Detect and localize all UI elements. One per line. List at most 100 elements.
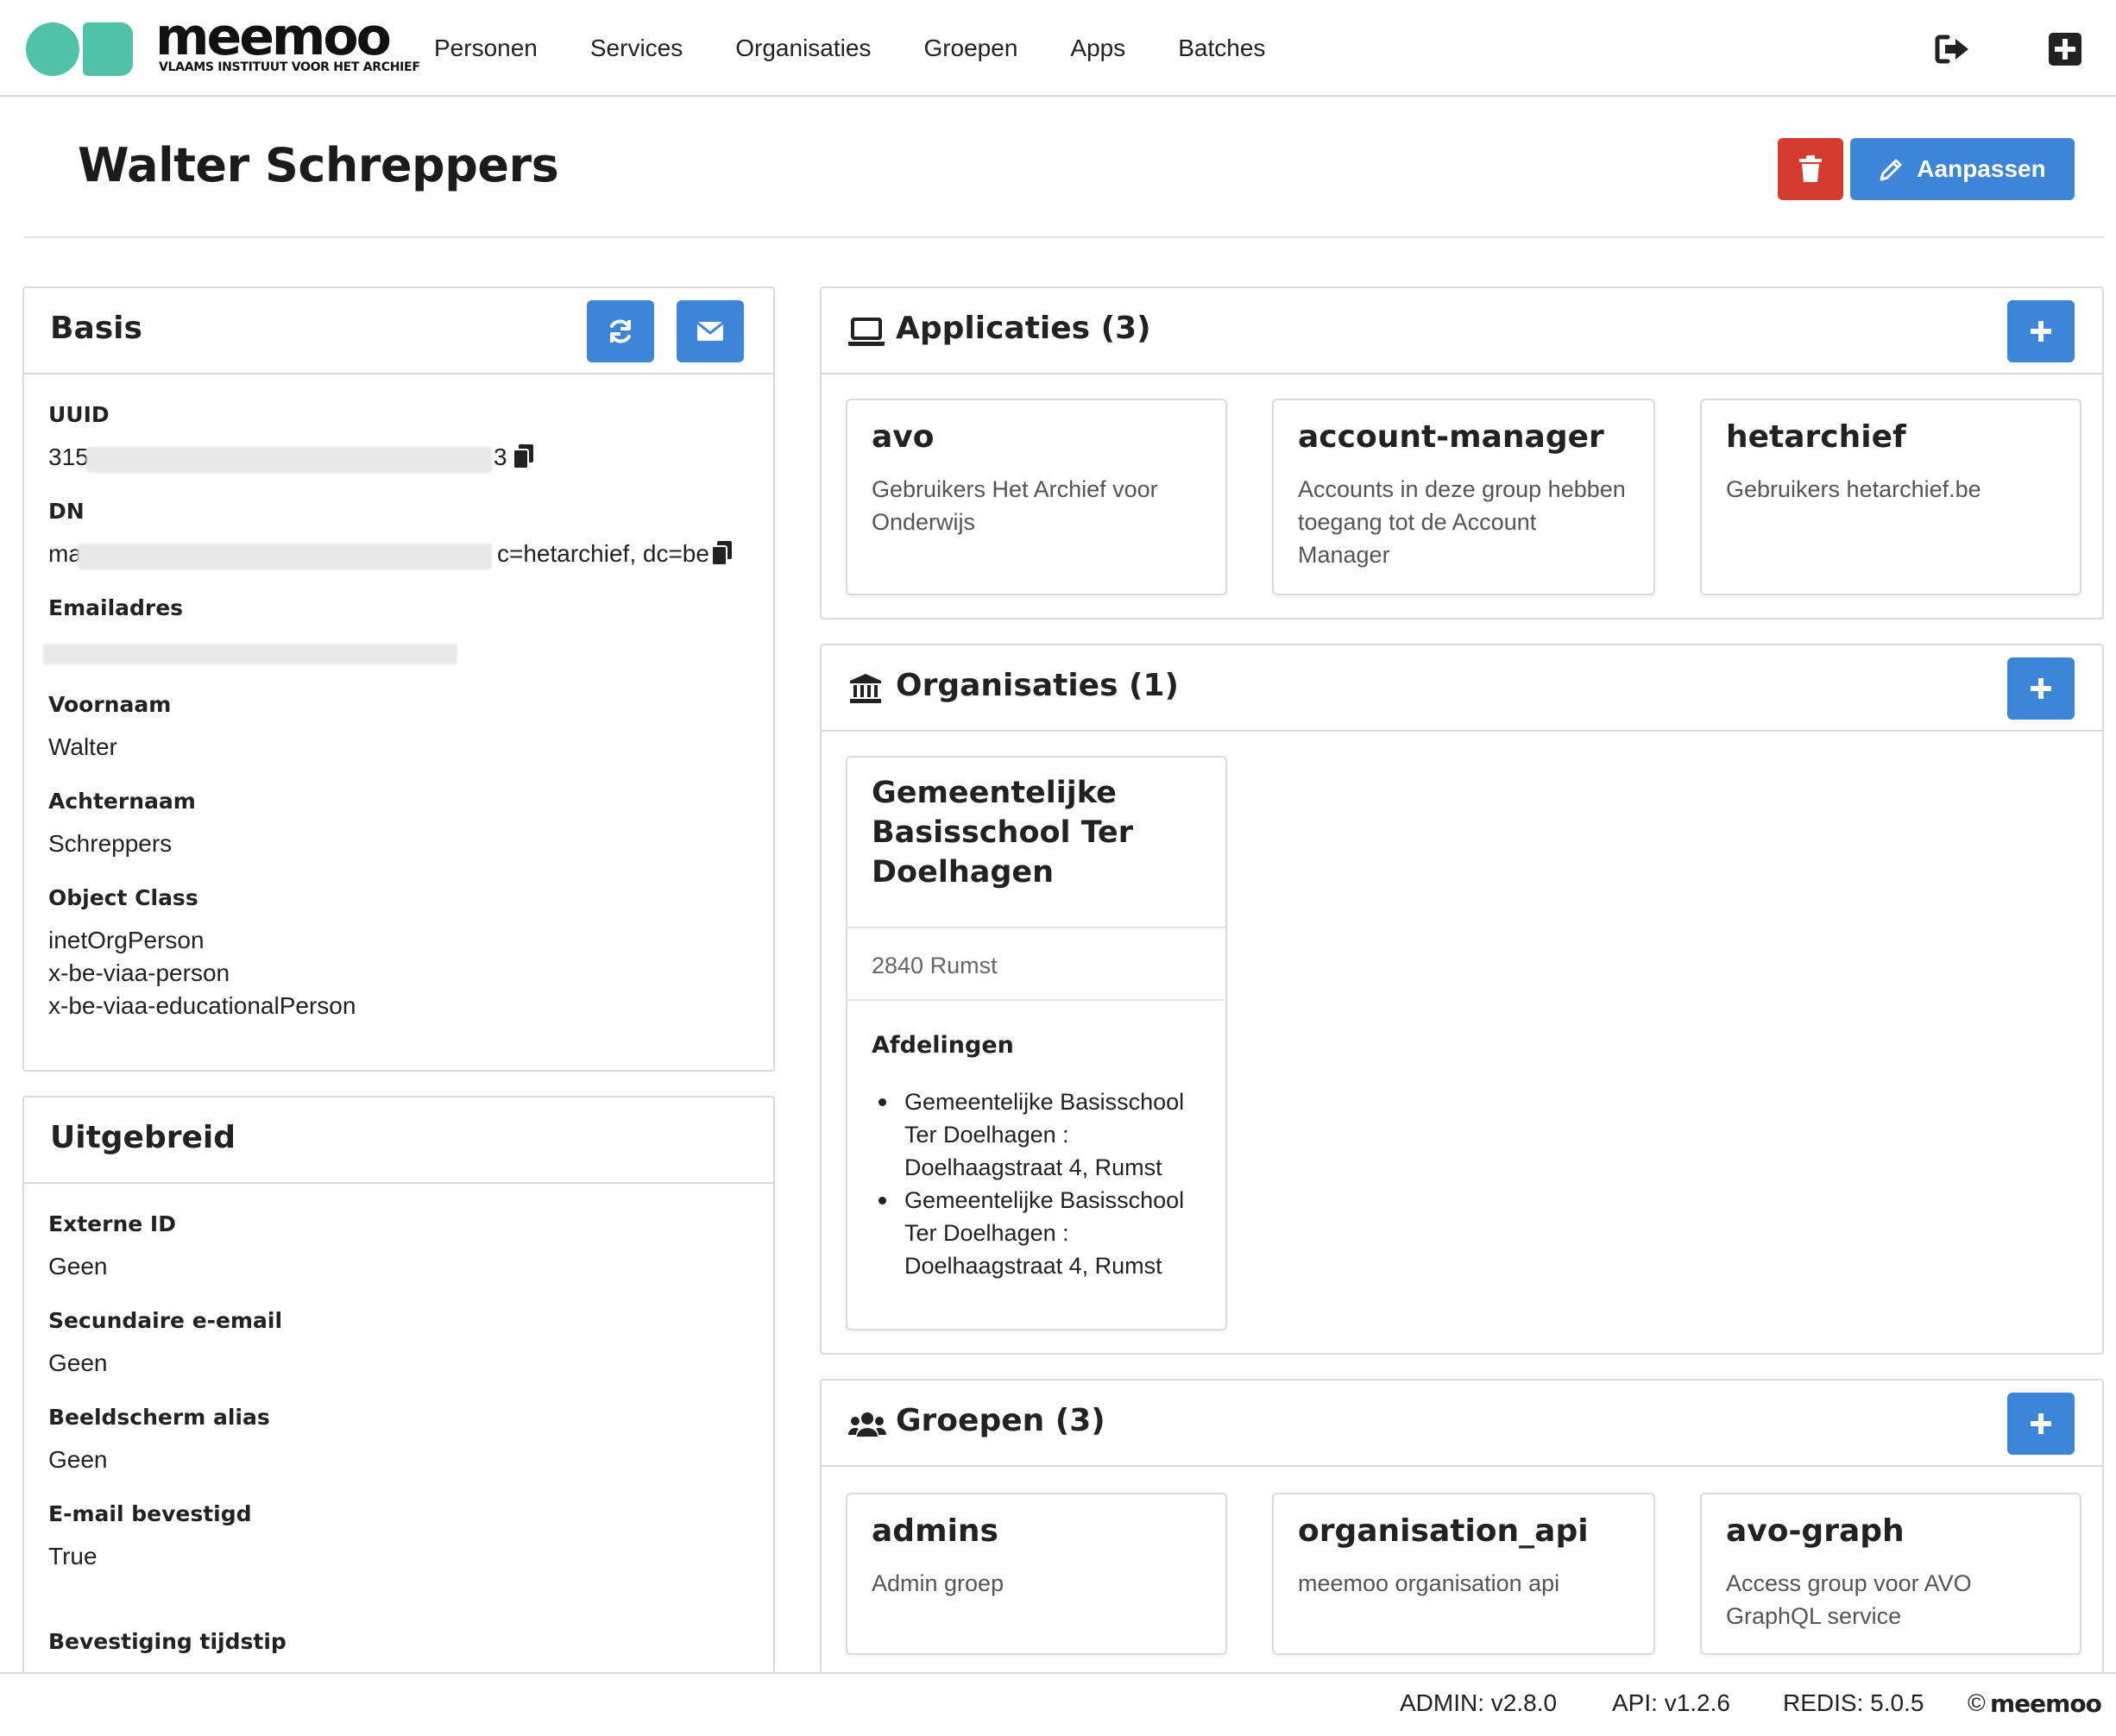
group-description: Admin groep	[872, 1570, 1004, 1596]
add-application-button[interactable]	[2007, 300, 2075, 362]
group-card-avo-graph[interactable]: avo-graph Access group voor AVO GraphQL …	[1700, 1493, 2081, 1655]
organisaties-panel-header: Organisaties (1)	[822, 645, 2102, 732]
nav-link-organisaties[interactable]: Organisaties	[735, 35, 871, 62]
departments-list: Gemeentelijke Basisschool Ter Doelhagen …	[872, 1085, 1217, 1282]
envelope-icon	[696, 321, 724, 341]
edit-button-label: Aanpassen	[1917, 155, 2046, 182]
externe-id-label: Externe ID	[48, 1211, 176, 1236]
application-name: hetarchief	[1726, 419, 1906, 455]
application-description: Accounts in deze group hebben toegang to…	[1298, 476, 1626, 568]
application-name: avo	[872, 419, 935, 455]
logo-tagline: VLAAMS INSTITUUT VOOR HET ARCHIEF	[159, 60, 420, 74]
department-item: Gemeentelijke Basisschool Ter Doelhagen …	[872, 1085, 1217, 1184]
email-redaction	[43, 644, 457, 664]
uuid-label: UUID	[48, 402, 110, 427]
application-card-account-manager[interactable]: account-manager Accounts in deze group h…	[1272, 399, 1655, 595]
group-card-organisation-api[interactable]: organisation_api meemoo organisation api	[1272, 1493, 1655, 1655]
uitgebreid-panel-title: Uitgebreid	[50, 1120, 236, 1155]
header-divider	[24, 236, 2104, 238]
email-verified-value: True	[48, 1543, 98, 1569]
nav-link-groepen[interactable]: Groepen	[923, 35, 1017, 62]
application-description: Gebruikers Het Archief voor Onderwijs	[872, 476, 1158, 535]
uuid-redaction	[86, 447, 492, 473]
dn-label: DN	[48, 499, 85, 524]
objectclass-label: Object Class	[48, 885, 198, 910]
display-alias-label: Beeldscherm alias	[48, 1405, 270, 1430]
copy-dn-icon[interactable]	[711, 540, 734, 566]
uitgebreid-panel-header: Uitgebreid	[24, 1098, 773, 1184]
lastname-value: Schreppers	[48, 830, 173, 857]
refresh-icon	[610, 319, 631, 343]
organisaties-panel: Organisaties (1) Gemeentelijke Basisscho…	[820, 644, 2104, 1355]
display-alias-value: Geen	[48, 1446, 108, 1473]
group-name: admins	[872, 1513, 998, 1549]
plus-icon	[2031, 678, 2051, 699]
secondary-email-label: Secundaire e-email	[48, 1308, 283, 1333]
externe-id-value: Geen	[48, 1253, 108, 1280]
edit-button[interactable]: Aanpassen	[1850, 138, 2075, 200]
email-verified-label: E-mail bevestigd	[48, 1501, 252, 1526]
dn-redaction	[78, 544, 492, 569]
applicaties-panel-title: Applicaties (3)	[896, 311, 1151, 346]
objectclass-item: x-be-viaa-educationalPerson	[48, 992, 356, 1019]
add-group-button[interactable]	[2007, 1393, 2075, 1455]
organisation-card[interactable]: Gemeentelijke Basisschool Ter Doelhagen …	[846, 756, 1227, 1330]
version-footer: ADMIN: v2.8.0 API: v1.2.6 REDIS: 5.0.5 ©…	[0, 1672, 2116, 1736]
objectclass-item: x-be-viaa-person	[48, 959, 230, 986]
pencil-icon	[1880, 159, 1902, 181]
copy-uuid-icon[interactable]	[513, 443, 535, 469]
add-organisation-button[interactable]	[2007, 657, 2075, 720]
departments-label: Afdelingen	[872, 1032, 1014, 1059]
plus-icon	[2031, 321, 2051, 342]
page-title: Walter Schreppers	[78, 138, 559, 192]
laptop-icon	[848, 318, 885, 346]
card-divider	[847, 999, 1225, 1001]
logo-bar	[83, 22, 133, 76]
application-card-hetarchief[interactable]: hetarchief Gebruikers hetarchief.be	[1700, 399, 2081, 595]
organisation-name: Gemeentelijke Basisschool Ter Doelhagen	[872, 776, 1133, 890]
nav-link-batches[interactable]: Batches	[1178, 35, 1265, 62]
basis-panel-header: Basis	[24, 288, 773, 374]
redis-version: REDIS: 5.0.5	[1783, 1689, 1924, 1716]
send-mail-button[interactable]	[677, 300, 744, 362]
applicaties-panel-header: Applicaties (3)	[822, 288, 2102, 374]
dn-suffix: c=hetarchief, dc=be	[497, 540, 709, 567]
top-navbar: meemoo VLAAMS INSTITUUT VOOR HET ARCHIEF…	[0, 0, 2116, 97]
nav-link-personen[interactable]: Personen	[434, 35, 538, 62]
sign-out-icon[interactable]	[1933, 29, 1973, 69]
group-name: organisation_api	[1298, 1513, 1589, 1549]
basis-panel: Basis UUID 315 3 DN ma c=hetarchief, dc=…	[22, 286, 775, 1072]
group-description: meemoo organisation api	[1298, 1570, 1560, 1596]
secondary-email-value: Geen	[48, 1349, 108, 1376]
applicaties-panel: Applicaties (3) avo Gebruikers Het Archi…	[820, 286, 2104, 620]
organisaties-panel-title: Organisaties (1)	[896, 668, 1179, 703]
email-label: Emailadres	[48, 595, 184, 620]
copyright-name: meemoo	[1990, 1689, 2102, 1718]
application-description: Gebruikers hetarchief.be	[1726, 476, 1981, 502]
logo-wordmark: meemoo	[155, 7, 392, 67]
groepen-panel-title: Groepen (3)	[896, 1403, 1105, 1438]
basis-panel-title: Basis	[50, 311, 142, 346]
nav-link-apps[interactable]: Apps	[1070, 35, 1125, 62]
delete-button[interactable]	[1778, 138, 1843, 200]
department-item: Gemeentelijke Basisschool Ter Doelhagen …	[872, 1184, 1217, 1282]
objectclass-item: inetOrgPerson	[48, 927, 205, 953]
institution-icon	[850, 674, 881, 703]
users-icon	[847, 1412, 887, 1437]
lastname-label: Achternaam	[48, 789, 196, 814]
plus-square-icon[interactable]	[2045, 29, 2085, 69]
plus-icon	[2031, 1413, 2051, 1434]
card-divider	[847, 927, 1225, 928]
uuid-suffix: 3	[494, 443, 507, 470]
application-card-avo[interactable]: avo Gebruikers Het Archief voor Onderwij…	[846, 399, 1227, 595]
group-card-admins[interactable]: admins Admin groep	[846, 1493, 1227, 1655]
copyright-symbol: ©	[1968, 1689, 1986, 1716]
refresh-button[interactable]	[587, 300, 654, 362]
admin-version: ADMIN: v2.8.0	[1400, 1689, 1558, 1716]
nav-link-services[interactable]: Services	[590, 35, 683, 62]
trash-icon	[1799, 155, 1822, 182]
main-nav: Personen Services Organisaties Groepen A…	[406, 0, 1289, 97]
application-name: account-manager	[1298, 419, 1604, 455]
confirmation-time-label: Bevestiging tijdstip	[48, 1629, 287, 1654]
uitgebreid-panel: Uitgebreid Externe ID Geen Secundaire e-…	[22, 1096, 775, 1700]
